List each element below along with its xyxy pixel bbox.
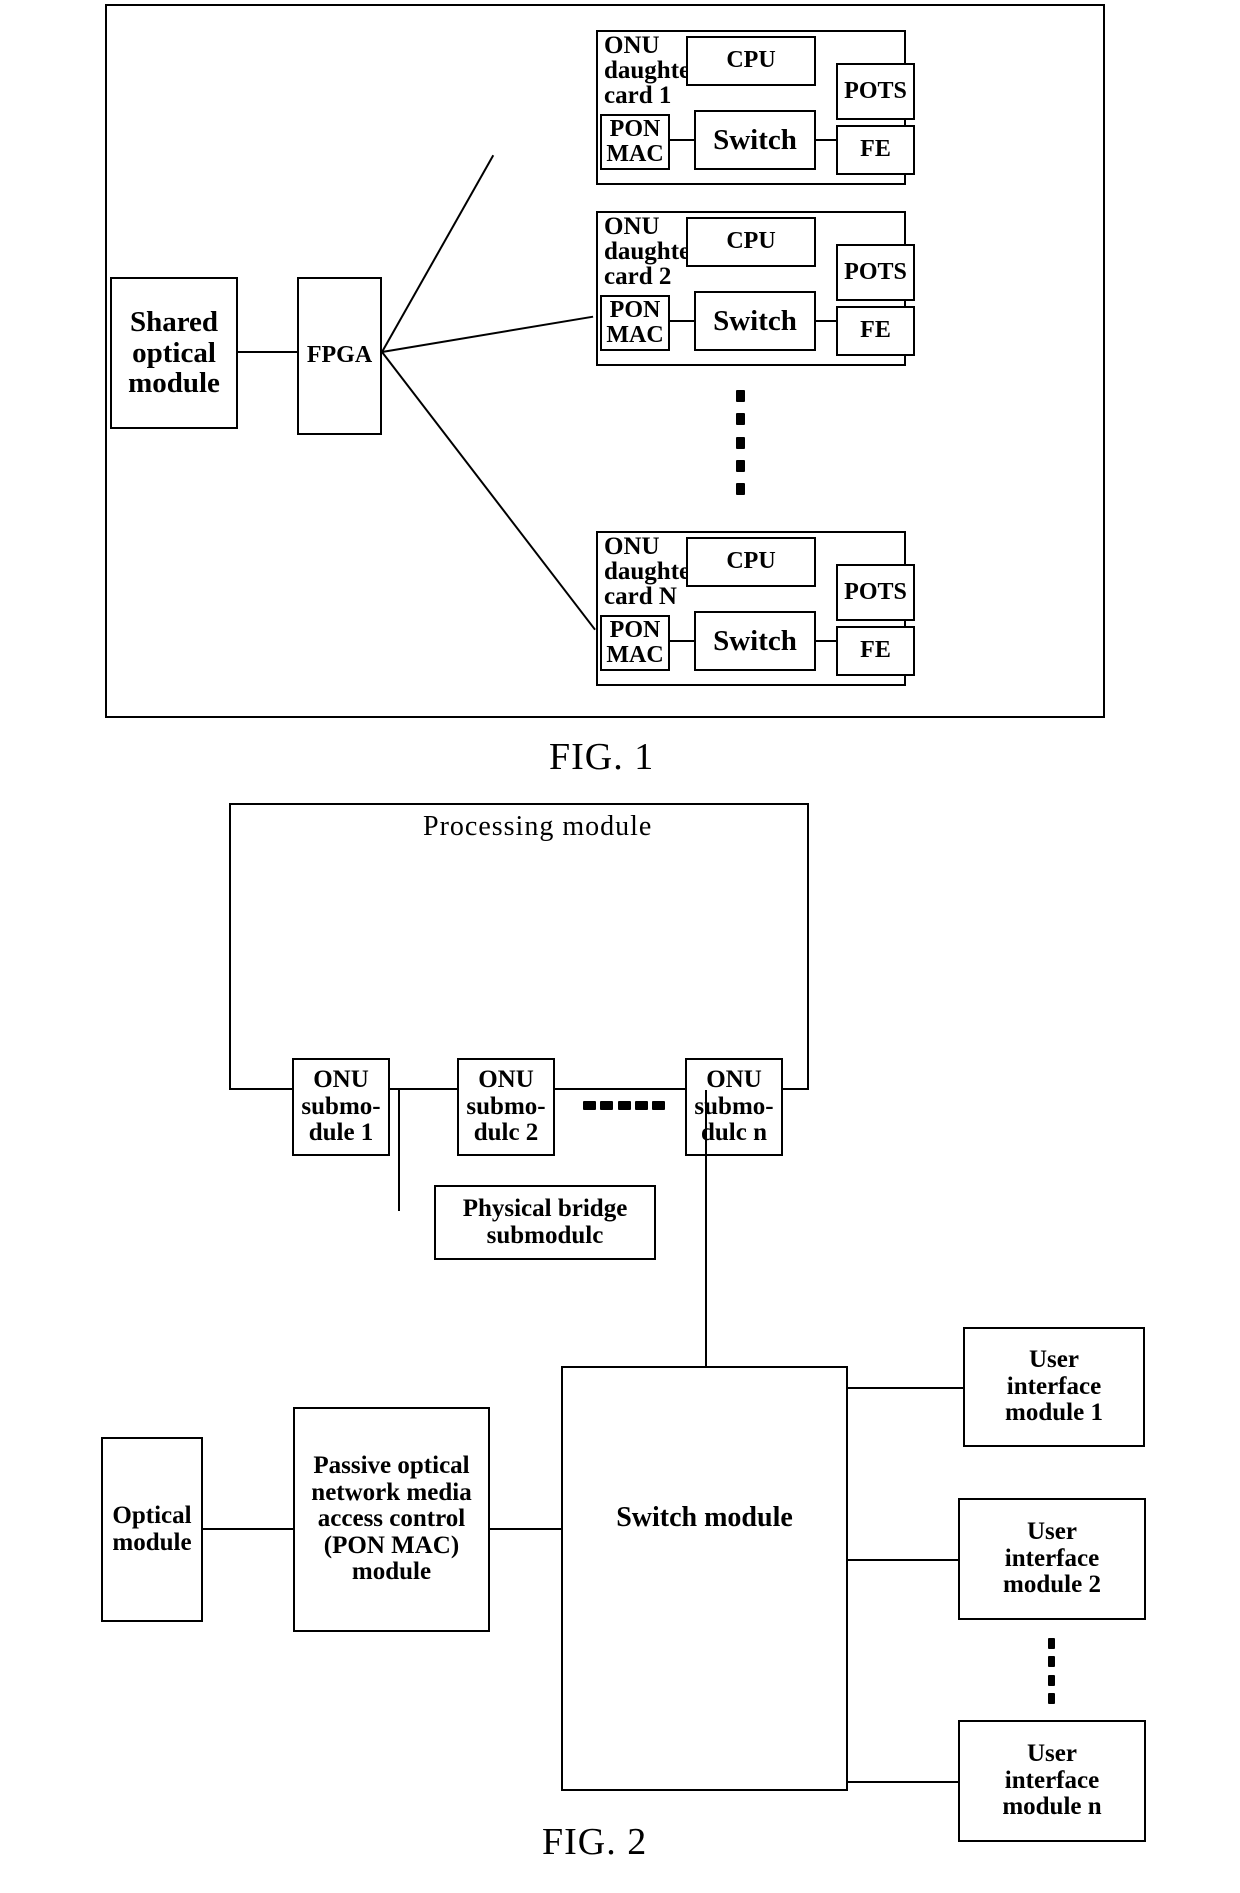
user-interface-module-n-box: User interface module n: [958, 1720, 1146, 1842]
link-processing-to-ponmac: [398, 1090, 400, 1211]
onu-submodule-1-box: ONU submo- dule 1: [292, 1058, 390, 1156]
card-2-pon-mac-box: PON MAC: [600, 295, 670, 351]
fpga-box: FPGA: [297, 277, 382, 435]
card-2-pots-box: POTS: [836, 244, 915, 301]
card-n-cpu-box: CPU: [686, 537, 816, 587]
link-card2-switch-fe: [816, 320, 836, 322]
card-n-switch-box: Switch: [694, 611, 816, 671]
card-2-switch-box: Switch: [694, 291, 816, 351]
card-n-pots-box: POTS: [836, 564, 915, 621]
card-1-pon-mac-box: PON MAC: [600, 114, 670, 170]
link-optical-to-ponmac: [203, 1528, 293, 1530]
link-cardn-ponmac-switch: [670, 640, 694, 642]
card-n-pon-mac-box: PON MAC: [600, 615, 670, 671]
card-2-cpu-box: CPU: [686, 217, 816, 267]
link-card1-ponmac-switch: [670, 139, 694, 141]
link-switch-to-ui1: [848, 1387, 963, 1389]
optical-module-box: Optical module: [101, 1437, 203, 1622]
processing-module-title: Processing module: [423, 811, 653, 842]
onu-submodule-n-box: ONU submo- dulc n: [685, 1058, 783, 1156]
link-switch-to-ui2: [848, 1559, 958, 1561]
card-1-cpu-box: CPU: [686, 36, 816, 86]
link-optical-to-fpga: [238, 351, 297, 353]
user-interface-module-1-box: User interface module 1: [963, 1327, 1145, 1447]
link-cardn-switch-fe: [816, 640, 836, 642]
patent-drawing-sheet: Shared optical module FPGA ONU daughter …: [0, 0, 1240, 1893]
card-n-fe-box: FE: [836, 626, 915, 676]
link-card2-ponmac-switch: [670, 320, 694, 322]
card-2-fe-box: FE: [836, 306, 915, 356]
processing-module-frame: [229, 803, 809, 1090]
physical-bridge-submodule-box: Physical bridge submodulc: [434, 1185, 656, 1260]
switch-module-box: Switch module: [561, 1366, 848, 1791]
user-interface-module-2-box: User interface module 2: [958, 1498, 1146, 1620]
pon-mac-module-box: Passive optical network media access con…: [293, 1407, 490, 1632]
card-1-fe-box: FE: [836, 125, 915, 175]
link-card1-switch-fe: [816, 139, 836, 141]
fig1-caption: FIG. 1: [549, 736, 655, 778]
link-ponmac-to-switch: [490, 1528, 561, 1530]
onu-submodule-2-box: ONU submo- dulc 2: [457, 1058, 555, 1156]
fig2-user-interface-vertical-ellipsis: [1047, 1638, 1055, 1704]
onu-submodule-horizontal-ellipsis: [583, 1100, 665, 1110]
link-processing-to-switch: [705, 1090, 707, 1367]
fig1-vertical-ellipsis: [735, 390, 745, 495]
card-1-pots-box: POTS: [836, 63, 915, 120]
fig2-caption: FIG. 2: [542, 1821, 648, 1863]
link-switch-to-uin: [848, 1781, 958, 1783]
card-1-switch-box: Switch: [694, 110, 816, 170]
shared-optical-module-box: Shared optical module: [110, 277, 238, 429]
